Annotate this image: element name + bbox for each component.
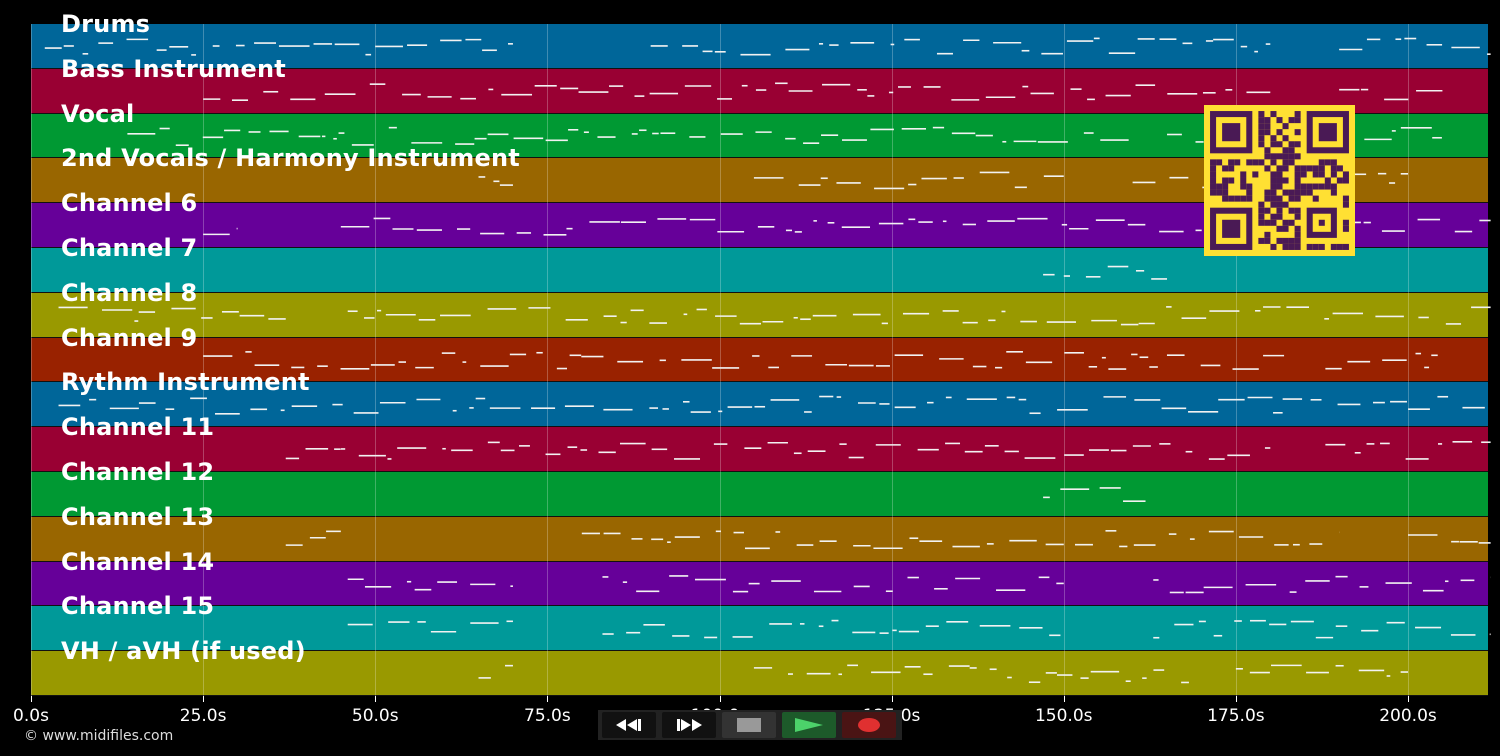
- gridline: [719, 24, 721, 696]
- axis-tick: [375, 696, 377, 702]
- axis-tick: [31, 696, 32, 702]
- gridline: [31, 24, 32, 696]
- qr-code-icon: [1204, 105, 1355, 256]
- track-label: 2nd Vocals / Harmony Instrument: [61, 144, 520, 173]
- gridline: [547, 24, 549, 696]
- play-button[interactable]: [782, 712, 836, 738]
- copyright-text: © www.midifiles.com: [24, 728, 174, 744]
- tick-label: 150.0s: [1034, 706, 1093, 726]
- track-label: VH / aVH (if used): [61, 637, 306, 666]
- fast-forward-icon: [677, 719, 702, 731]
- axis-tick: [1063, 696, 1065, 702]
- track-label: Channel 8: [61, 278, 198, 307]
- track-lane[interactable]: [31, 472, 1488, 517]
- play-icon: [795, 718, 823, 732]
- axis-tick: [891, 696, 893, 702]
- track-label: Channel 13: [61, 502, 215, 531]
- axis-tick: [203, 696, 205, 702]
- track-lane[interactable]: [31, 427, 1488, 472]
- track-label: Channel 15: [61, 592, 215, 621]
- track-label: Drums: [61, 10, 151, 38]
- axis-tick: [1235, 696, 1237, 702]
- gridline: [891, 24, 893, 696]
- track-lane[interactable]: [31, 561, 1488, 607]
- axis-tick: [1408, 696, 1409, 702]
- axis-tick: [547, 696, 549, 702]
- tick-label: 175.0s: [1207, 706, 1265, 726]
- fast-forward-button[interactable]: [662, 712, 716, 738]
- track-label: Channel 7: [61, 234, 198, 262]
- gridline: [375, 24, 377, 696]
- record-button[interactable]: [842, 712, 896, 738]
- record-icon: [858, 718, 880, 732]
- track-label: Rythm Instrument: [61, 368, 310, 397]
- tick-label: 50.0s: [351, 706, 399, 726]
- track-lane[interactable]: [31, 516, 1488, 562]
- track-label: Vocal: [61, 99, 135, 128]
- rewind-button[interactable]: [602, 712, 656, 738]
- stop-icon: [737, 718, 761, 732]
- tick-label: 25.0s: [179, 706, 227, 726]
- transport-bar: [598, 710, 902, 740]
- rewind-icon: [616, 719, 641, 731]
- track-label: Channel 11: [61, 413, 215, 442]
- tick-label: 0.0s: [13, 706, 49, 726]
- tick-label: 200.0s: [1379, 706, 1437, 726]
- track-label: Bass Instrument: [61, 54, 286, 83]
- tick-label: 75.0s: [524, 706, 571, 726]
- track-label: Channel 14: [61, 547, 215, 576]
- track-label: Channel 12: [61, 458, 215, 486]
- gridline: [1063, 24, 1065, 696]
- axis-tick: [719, 696, 721, 702]
- gridline: [1408, 24, 1409, 696]
- track-label: Channel 9: [61, 323, 198, 352]
- track-lane[interactable]: [31, 292, 1488, 338]
- stop-button[interactable]: [722, 712, 776, 738]
- track-label: Channel 6: [61, 189, 198, 218]
